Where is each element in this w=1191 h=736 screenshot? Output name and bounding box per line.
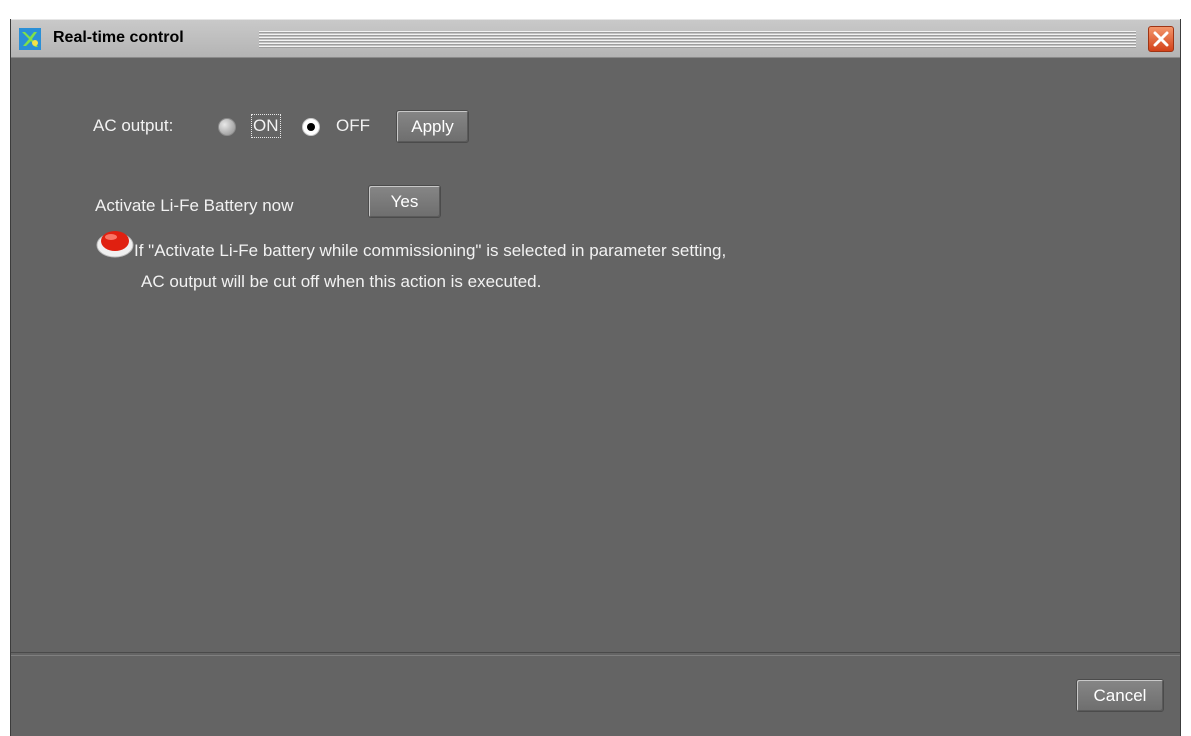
close-icon — [1153, 31, 1169, 47]
yes-button[interactable]: Yes — [368, 185, 441, 218]
red-alert-icon — [95, 229, 135, 259]
cancel-button[interactable]: Cancel — [1076, 679, 1164, 712]
window-title: Real-time control — [53, 29, 184, 46]
warning-text-line1: If "Activate Li-Fe battery while commiss… — [134, 241, 727, 260]
ac-output-on-radio[interactable] — [218, 118, 236, 136]
ac-output-off-radio[interactable] — [302, 118, 320, 136]
app-logo-icon — [19, 28, 41, 50]
title-bar-grip — [259, 31, 1136, 48]
close-button[interactable] — [1148, 26, 1174, 52]
apply-button[interactable]: Apply — [396, 110, 469, 143]
footer-divider — [11, 652, 1180, 656]
ac-output-label: AC output: — [93, 116, 174, 135]
ac-output-on-label[interactable]: ON — [251, 114, 281, 138]
activate-battery-label: Activate Li-Fe Battery now — [95, 196, 294, 215]
title-bar[interactable]: Real-time control — [11, 19, 1180, 58]
warning-text-line2: AC output will be cut off when this acti… — [141, 272, 542, 291]
ac-output-off-label[interactable]: OFF — [336, 116, 370, 136]
realtime-control-dialog: Real-time control AC output: ON OFF Appl… — [10, 19, 1181, 736]
